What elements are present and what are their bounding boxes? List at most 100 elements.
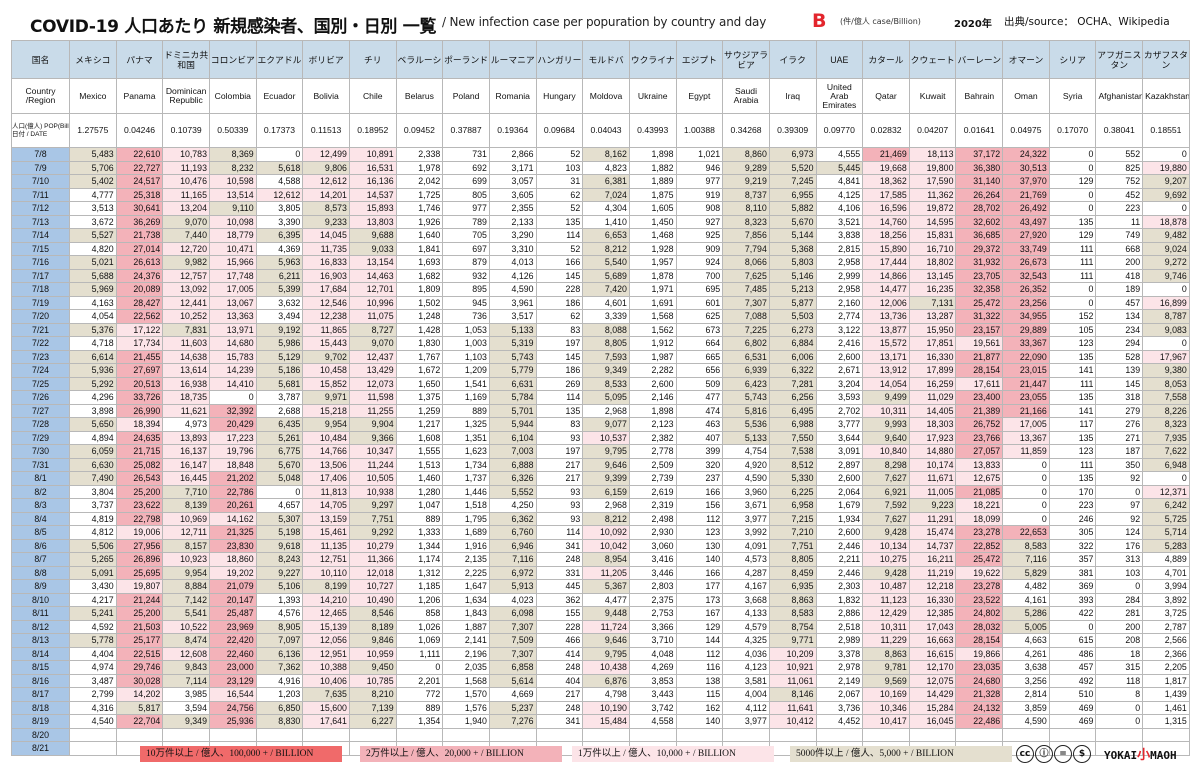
value-cell: 11,165 — [162, 187, 210, 202]
value-cell: 4,777 — [69, 187, 117, 202]
value-cell: 4,054 — [69, 309, 117, 324]
date-cell: 7/23 — [11, 349, 70, 364]
value-cell: 28,427 — [115, 295, 164, 310]
value-cell: 26,492 — [1002, 201, 1050, 216]
value-cell: 294 — [1095, 336, 1144, 351]
value-cell: 8,884 — [162, 579, 210, 594]
value-cell — [908, 727, 957, 742]
logo-post: MAOH — [1150, 749, 1177, 762]
value-cell: 21,447 — [1002, 376, 1050, 391]
value-cell: 6,876 — [582, 673, 630, 688]
value-cell: 17,223 — [208, 430, 257, 445]
date-label: 日付 / DATE — [12, 130, 48, 138]
value-cell: 2,135 — [442, 552, 490, 567]
value-cell: 10,727 — [348, 579, 397, 594]
value-cell: 17,748 — [208, 268, 257, 283]
value-cell: 3,853 — [628, 673, 677, 688]
value-cell: 700 — [675, 268, 724, 283]
value-cell: 23,400 — [955, 390, 1004, 405]
value-cell: 6,136 — [255, 646, 304, 661]
value-cell: 97 — [1095, 498, 1144, 513]
value-cell: 25,695 — [115, 565, 164, 580]
value-cell: 217 — [535, 457, 584, 472]
value-cell: 16,833 — [302, 255, 350, 270]
date-cell: 7/19 — [11, 295, 70, 310]
value-cell: 10,938 — [348, 484, 397, 499]
value-cell: 24,517 — [115, 174, 164, 189]
table-row: 8/12 4,592 21,503 10,522 23,969 8,905 15,139 8,… — [11, 619, 1190, 634]
value-cell: 16,330 — [908, 592, 957, 607]
population-value: 0.50339 — [208, 113, 257, 148]
value-cell: 21,328 — [955, 687, 1004, 702]
value-cell: 0 — [1095, 700, 1144, 715]
value-cell: 12,429 — [862, 606, 910, 621]
value-cell: 248 — [535, 552, 584, 567]
value-cell: 4,798 — [582, 687, 630, 702]
value-cell: 445 — [535, 579, 584, 594]
value-cell: 5,133 — [722, 430, 770, 445]
value-cell: 27,920 — [1002, 228, 1050, 243]
legend-20k: 2万件以上 / 億人、20,000 + / BILLION — [360, 746, 562, 762]
value-cell: 5,005 — [1002, 619, 1050, 634]
value-cell: 2,619 — [628, 484, 677, 499]
value-cell: 129 — [1048, 228, 1097, 243]
value-cell: 31,322 — [955, 309, 1004, 324]
value-cell: 9,954 — [162, 565, 210, 580]
value-cell: 879 — [442, 255, 490, 270]
value-cell: 5,237 — [488, 700, 537, 715]
value-cell: 4,304 — [582, 201, 630, 216]
value-cell: 11,229 — [862, 633, 910, 648]
value-cell: 305 — [1048, 525, 1097, 540]
value-cell: 6,006 — [768, 349, 817, 364]
value-cell: 18,878 — [1142, 214, 1190, 229]
value-cell: 1,843 — [442, 606, 490, 621]
value-cell: 5,307 — [255, 511, 304, 526]
value-cell: 37,970 — [1002, 174, 1050, 189]
value-cell: 492 — [1048, 673, 1097, 688]
table-row: 7/10 5,402 24,517 10,476 10,598 4,588 12,612 16… — [11, 174, 1190, 189]
value-cell: 24,322 — [1002, 147, 1050, 162]
value-cell: 17,851 — [908, 336, 957, 351]
population-value: 0.09770 — [815, 113, 864, 148]
value-cell — [722, 727, 770, 742]
value-cell: 19,800 — [908, 160, 957, 175]
value-cell: 5,552 — [488, 484, 537, 499]
table-row: 8/3 3,737 23,622 8,139 20,261 4,657 14,705 9,29… — [11, 498, 1190, 513]
value-cell: 4,701 — [1142, 565, 1190, 580]
value-cell: 18,735 — [162, 390, 210, 405]
value-cell: 3,339 — [582, 309, 630, 324]
value-cell: 27,697 — [115, 363, 164, 378]
value-cell: 155 — [535, 606, 584, 621]
value-cell: 36,269 — [115, 214, 164, 229]
value-cell: 5,367 — [582, 579, 630, 594]
value-cell: 14,239 — [208, 363, 257, 378]
value-cell: 115 — [675, 687, 724, 702]
value-cell: 1,689 — [442, 525, 490, 540]
value-cell: 16,615 — [908, 646, 957, 661]
value-cell: 3,171 — [488, 160, 537, 175]
value-cell: 1,737 — [442, 471, 490, 486]
value-cell: 5,882 — [768, 201, 817, 216]
value-cell: 22,610 — [115, 147, 164, 162]
value-cell: 3,494 — [255, 309, 304, 324]
value-cell: 1,518 — [442, 498, 490, 513]
value-cell: 3,060 — [628, 538, 677, 553]
value-cell: 129 — [675, 619, 724, 634]
nc-icon: $ — [1073, 745, 1091, 763]
value-cell: 7,935 — [1142, 430, 1190, 445]
value-cell: 16,259 — [908, 376, 957, 391]
value-cell: 5,241 — [69, 606, 117, 621]
table-row: 7/31 6,630 25,082 16,147 18,848 5,670 13,506 11… — [11, 457, 1190, 472]
country-name-en: Egypt — [675, 78, 724, 114]
country-name-jp: アフガニスタン — [1095, 40, 1144, 79]
value-cell: 668 — [1095, 241, 1144, 256]
value-cell: 8,323 — [1142, 417, 1190, 432]
value-cell: 2,688 — [255, 403, 304, 418]
value-cell: 24,132 — [955, 700, 1004, 715]
value-cell: 9,993 — [862, 417, 910, 432]
value-cell: 9,904 — [348, 417, 397, 432]
value-cell: 8,737 — [722, 187, 770, 202]
value-cell: 14,537 — [348, 187, 397, 202]
value-cell: 9,219 — [722, 174, 770, 189]
value-cell: 3,256 — [1002, 673, 1050, 688]
